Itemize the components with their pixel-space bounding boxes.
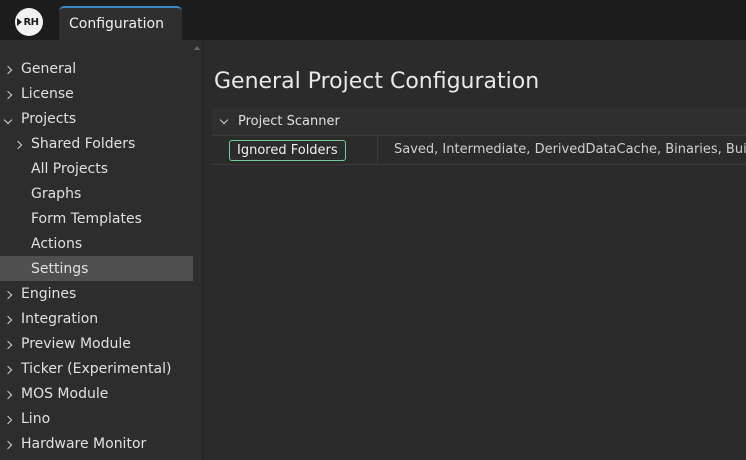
tab-label: Configuration <box>69 16 164 32</box>
chevron-right-icon <box>5 87 13 101</box>
ignored-folders-label: Ignored Folders <box>229 140 346 161</box>
chevron-down-icon <box>221 115 229 129</box>
sidebar-item-graphs[interactable]: Graphs <box>0 181 193 206</box>
sidebar-item-shared-folders[interactable]: Shared Folders <box>0 131 193 156</box>
page-title: General Project Configuration <box>214 69 540 94</box>
chevron-right-icon <box>5 387 13 401</box>
settings-row-ignored-folders: Ignored Folders Saved, Intermediate, Der… <box>212 135 746 165</box>
chevron-right-icon <box>15 137 23 151</box>
sidebar: General License Projects Shared Folders … <box>0 40 203 460</box>
sidebar-item-label: Lino <box>21 410 51 427</box>
sidebar-item-hardware-monitor[interactable]: Hardware Monitor <box>0 431 193 456</box>
sidebar-item-license[interactable]: License <box>0 81 193 106</box>
scroll-up-icon[interactable] <box>194 46 200 50</box>
sidebar-item-actions[interactable]: Actions <box>0 231 193 256</box>
sidebar-item-mos-module[interactable]: MOS Module <box>0 381 193 406</box>
sidebar-item-label: License <box>21 85 74 102</box>
chevron-right-icon <box>5 412 13 426</box>
sidebar-item-all-projects[interactable]: All Projects <box>0 156 193 181</box>
sidebar-item-form-templates[interactable]: Form Templates <box>0 206 193 231</box>
sidebar-item-ticker[interactable]: Ticker (Experimental) <box>0 356 193 381</box>
sidebar-item-label: Graphs <box>31 185 82 202</box>
sidebar-item-label: Hardware Monitor <box>21 435 147 452</box>
chevron-right-icon <box>5 312 13 326</box>
sidebar-item-label: Projects <box>21 110 77 127</box>
sidebar-item-integration[interactable]: Integration <box>0 306 193 331</box>
chevron-right-icon <box>5 437 13 451</box>
sidebar-item-label: Ticker (Experimental) <box>21 360 172 377</box>
sidebar-item-label: Form Templates <box>31 210 142 227</box>
sidebar-item-general[interactable]: General <box>0 56 193 81</box>
sidebar-item-label: Integration <box>21 310 99 327</box>
main-content: General Project Configuration Project Sc… <box>204 40 746 460</box>
chevron-right-icon <box>5 362 13 376</box>
sidebar-item-label: Actions <box>31 235 83 252</box>
chevron-right-icon <box>5 337 13 351</box>
ignored-folders-value[interactable]: Saved, Intermediate, DerivedDataCache, B… <box>394 142 746 157</box>
sidebar-item-projects[interactable]: Projects <box>0 106 193 131</box>
sidebar-item-label: Engines <box>21 285 77 302</box>
sidebar-item-engines[interactable]: Engines <box>0 281 193 306</box>
chevron-down-icon <box>5 115 13 129</box>
settings-row-key: Ignored Folders <box>212 136 378 165</box>
sidebar-item-label: General <box>21 60 77 77</box>
chevron-right-icon <box>5 287 13 301</box>
section-header-project-scanner[interactable]: Project Scanner <box>212 108 746 135</box>
sidebar-item-label: Shared Folders <box>31 135 136 152</box>
top-bar: RH Configuration <box>0 0 746 40</box>
app-logo[interactable]: RH <box>15 8 43 36</box>
sidebar-item-label: All Projects <box>31 160 108 177</box>
sidebar-item-label: Settings <box>31 260 89 277</box>
sidebar-item-label: MOS Module <box>21 385 109 402</box>
sidebar-item-label: Preview Module <box>21 335 131 352</box>
sidebar-item-lino[interactable]: Lino <box>0 406 193 431</box>
section-label: Project Scanner <box>238 114 340 129</box>
sidebar-item-settings[interactable]: Settings <box>0 256 193 281</box>
logo-text: RH <box>23 16 39 28</box>
tab-configuration[interactable]: Configuration <box>59 6 182 40</box>
sidebar-item-preview-module[interactable]: Preview Module <box>0 331 193 356</box>
logo-play-icon <box>17 18 22 26</box>
chevron-right-icon <box>5 62 13 76</box>
